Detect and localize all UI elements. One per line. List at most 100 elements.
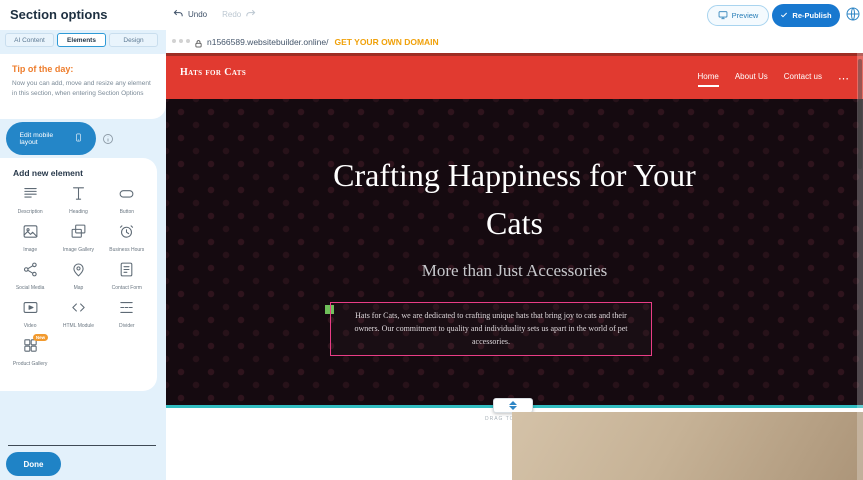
element-description[interactable]: Description — [7, 185, 53, 223]
element-heading[interactable]: Heading — [55, 185, 101, 223]
new-badge: New — [33, 334, 48, 341]
element-button[interactable]: Button — [104, 185, 150, 223]
section-options-sidebar: AI Content Elements Design Tip of the da… — [0, 30, 166, 480]
element-label: Contact Form — [112, 285, 142, 292]
tab-label: AI Content — [14, 37, 45, 44]
page-title: Section options — [10, 7, 108, 22]
browser-address-bar: n1566589.websitebuilder.online/ GET YOUR… — [166, 30, 863, 53]
image-icon — [22, 223, 39, 245]
video-icon — [22, 299, 39, 321]
tab-label: Elements — [67, 37, 96, 44]
redo-icon — [245, 8, 256, 21]
tip-body: Now you can add, move and resize any ele… — [12, 79, 152, 99]
info-icon — [102, 132, 114, 149]
contact-form-icon — [118, 261, 135, 283]
hero-section[interactable]: Crafting Happiness for Your Cats More th… — [166, 99, 863, 406]
arrow-up-icon — [509, 401, 517, 405]
element-image[interactable]: Image — [7, 223, 53, 261]
heading-icon — [70, 185, 87, 207]
button-icon — [118, 185, 135, 207]
element-business-hours[interactable]: Business Hours — [104, 223, 150, 261]
element-contact-form[interactable]: Contact Form — [104, 261, 150, 299]
section-resize-handle[interactable] — [493, 398, 533, 413]
preview-button[interactable]: Preview — [707, 5, 769, 26]
site-nav: Home About Us Contact us ⋯ — [698, 53, 850, 99]
globe-icon — [845, 9, 861, 26]
window-dots-icon — [172, 39, 190, 43]
element-label: Button — [120, 209, 134, 216]
business-hours-icon — [118, 223, 135, 245]
history-controls: Undo Redo — [173, 8, 256, 21]
hero-title[interactable]: Crafting Happiness for Your Cats — [305, 151, 725, 247]
element-product-gallery[interactable]: New Product Gallery — [7, 337, 53, 375]
edit-mobile-layout-button[interactable]: Edit mobile layout — [6, 122, 96, 155]
map-pin-icon — [70, 261, 87, 283]
tab-label: Design — [123, 37, 143, 44]
element-label: Video — [24, 323, 37, 330]
site-header-section[interactable]: Hats for Cats Home About Us Contact us ⋯ — [166, 53, 863, 99]
phone-icon — [74, 130, 83, 147]
hero-subtitle[interactable]: More than Just Accessories — [166, 261, 863, 281]
nav-item-about[interactable]: About Us — [735, 72, 768, 87]
element-grid: Description Heading Button Image Image G… — [6, 185, 151, 375]
image-gallery-icon — [70, 223, 87, 245]
element-label: Description — [18, 209, 43, 216]
edit-mobile-label: Edit mobile layout — [20, 132, 68, 146]
site-preview: Hats for Cats Home About Us Contact us ⋯… — [166, 53, 863, 480]
element-label: HTML Module — [63, 323, 94, 330]
tip-title: Tip of the day: — [12, 64, 73, 74]
undo-icon — [173, 8, 184, 21]
redo-label: Redo — [222, 10, 241, 19]
check-icon — [780, 11, 788, 21]
element-label: Heading — [69, 209, 88, 216]
sidebar-divider — [8, 445, 156, 446]
next-section-image[interactable] — [512, 412, 863, 480]
undo-label: Undo — [188, 10, 207, 19]
get-domain-link[interactable]: GET YOUR OWN DOMAIN — [334, 37, 438, 47]
preview-scrollbar — [857, 53, 863, 480]
tab-ai-content[interactable]: AI Content — [5, 33, 54, 47]
done-button[interactable]: Done — [6, 452, 61, 476]
description-icon — [22, 185, 39, 207]
info-button[interactable] — [102, 132, 114, 144]
redo-button[interactable]: Redo — [222, 8, 256, 21]
scrollbar-thumb[interactable] — [858, 59, 862, 169]
element-label: Image Gallery — [63, 247, 94, 254]
lock-icon — [194, 36, 203, 54]
monitor-icon — [718, 10, 728, 22]
nav-item-contact[interactable]: Contact us — [784, 72, 822, 87]
app-topbar: Section options Undo Redo Preview Re-Pub… — [0, 0, 863, 30]
site-url[interactable]: n1566589.websitebuilder.online/ — [207, 37, 328, 47]
language-globe-button[interactable] — [845, 6, 861, 22]
arrow-down-icon — [509, 406, 517, 410]
element-label: Business Hours — [109, 247, 144, 254]
element-label: Divider — [119, 323, 135, 330]
add-element-panel: Add new element Description Heading Butt… — [0, 158, 157, 391]
nav-item-home[interactable]: Home — [698, 72, 719, 87]
add-element-title: Add new element — [13, 168, 83, 178]
nav-more-icon[interactable]: ⋯ — [838, 72, 849, 85]
preview-label: Preview — [732, 11, 759, 20]
republish-label: Re-Publish — [792, 11, 831, 20]
code-icon — [70, 299, 87, 321]
element-video[interactable]: Video — [7, 299, 53, 337]
element-label: Product Gallery — [13, 361, 47, 368]
undo-button[interactable]: Undo — [173, 8, 207, 21]
element-label: Social Media — [16, 285, 45, 292]
site-logo[interactable]: Hats for Cats — [180, 67, 246, 78]
divider-icon — [118, 299, 135, 321]
hero-description-textbox[interactable]: Hats for Cats, we are dedicated to craft… — [330, 302, 652, 356]
tab-design[interactable]: Design — [109, 33, 158, 47]
tab-elements[interactable]: Elements — [57, 33, 106, 47]
element-label: Image — [23, 247, 37, 254]
element-label: Map — [74, 285, 84, 292]
element-html-module[interactable]: HTML Module — [55, 299, 101, 337]
social-media-icon — [22, 261, 39, 283]
sidebar-tabs: AI Content Elements Design — [5, 33, 158, 47]
element-map[interactable]: Map — [55, 261, 101, 299]
element-divider[interactable]: Divider — [104, 299, 150, 337]
republish-button[interactable]: Re-Publish — [772, 4, 840, 27]
element-social-media[interactable]: Social Media — [7, 261, 53, 299]
element-image-gallery[interactable]: Image Gallery — [55, 223, 101, 261]
tip-of-the-day-panel: Tip of the day: Now you can add, move an… — [0, 54, 166, 119]
